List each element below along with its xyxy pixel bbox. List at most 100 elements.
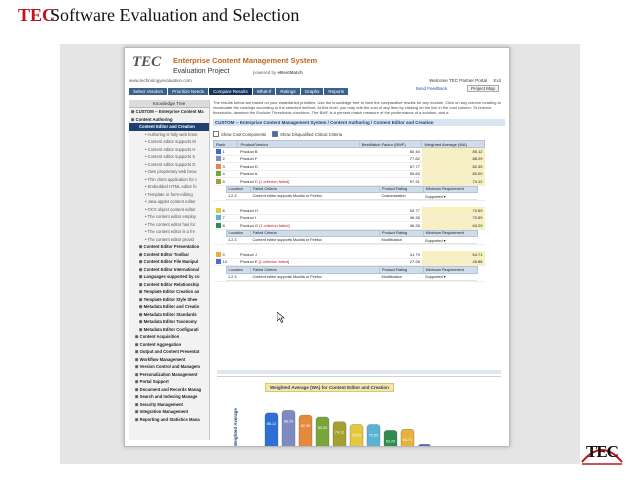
col-product[interactable]: Product/Vendor — [237, 140, 360, 148]
tree-item[interactable]: ⊞ Portal Support — [129, 378, 209, 386]
col-rank[interactable]: Rank — [212, 140, 239, 148]
product-cell[interactable]: Product I — [237, 214, 360, 222]
tree-item[interactable]: ⊞ Reporting and Statistics Mana — [129, 416, 209, 424]
tree-item[interactable]: ⊞ CUSTOM -- Enterprise Content Ma — [129, 108, 209, 116]
bar-product-d[interactable] — [298, 414, 313, 447]
breadcrumb: CUSTOM -- Enterprise Content Management … — [213, 119, 505, 126]
tree-item[interactable]: ⊞ Metadata Editor Configurati — [129, 326, 209, 334]
product-cell[interactable]: Product G [1 criterion failed] — [237, 221, 360, 230]
product-cell[interactable]: Product B — [237, 147, 360, 156]
tree-item[interactable]: • Content editor supports D — [129, 161, 209, 169]
col-wa[interactable]: Weighted Average (WA) — [421, 140, 485, 148]
product-cell[interactable]: Product D — [237, 162, 360, 171]
table-row[interactable]: 8 Product G [1 criterion failed] 46.35 63.2… — [213, 221, 485, 230]
tree-item[interactable]: • OCX object content editor — [129, 206, 209, 214]
tree-item[interactable]: ⊞ Integration Management — [129, 408, 209, 416]
table-row[interactable]: 1 Product B 80.40 85.12 — [213, 147, 485, 156]
series-swatch — [215, 215, 221, 221]
tree-item[interactable]: ⊞ Languages supported by co — [129, 273, 209, 281]
tab-select-vendors[interactable]: Select Vendors — [129, 88, 168, 95]
tree-item[interactable]: ⊞ Content Editor Relationship — [129, 281, 209, 289]
tree-item[interactable]: • Own proprietary web brow — [129, 168, 209, 176]
tree-item[interactable]: ⊞ Metadata Editor and Creatio — [129, 303, 209, 311]
product-cell[interactable]: Product E [1 criterion failed] — [237, 258, 360, 266]
tree-item[interactable]: ⊞ Search and Indexing Manage — [129, 393, 209, 401]
tree-item[interactable]: • The content editor provid — [129, 236, 209, 244]
bar-product-f[interactable] — [281, 410, 296, 447]
table-row[interactable]: 9 Product J 41.79 64.71 — [213, 251, 485, 259]
failure-min[interactable]: Supported ▾ — [423, 192, 477, 200]
bar-product-b[interactable] — [264, 412, 279, 447]
tree-item[interactable]: ⊞ Metadata Editor Taxonomy — [129, 318, 209, 326]
show-disqualified-checkbox[interactable] — [272, 131, 279, 137]
tab-what-if[interactable]: What-If — [252, 88, 276, 95]
failure-min[interactable]: Supported ▾ — [423, 236, 477, 244]
tree-item[interactable]: • Thin client application for c — [129, 176, 209, 184]
tab-compare-results[interactable]: Compare Results — [209, 88, 252, 95]
tree-item[interactable]: • The content editor employ — [129, 213, 209, 221]
table-row[interactable]: 2 Product F 77.82 88.29 — [213, 155, 485, 163]
tree-item[interactable]: ⊞ Content Aggregation — [129, 341, 209, 349]
failure-min[interactable]: Supported ▾ — [423, 273, 477, 281]
tree-item[interactable]: ⊞ Version Control and Managem — [129, 363, 209, 371]
tec-logo[interactable]: TEC — [132, 54, 161, 71]
table-row[interactable]: 10 Product E [1 criterion failed] 27.26 45.… — [213, 258, 485, 266]
table-row[interactable]: 7 Product I 46.35 70.59 — [213, 214, 485, 222]
knowledge-tree: Knowledge Tree ⊞ CUSTOM -- Enterprise Co… — [129, 100, 210, 440]
tree-item[interactable]: • Embedded HTML editor fo — [129, 183, 209, 191]
table-row[interactable]: 4 Product A 65.83 80.00 — [213, 170, 485, 178]
tree-item[interactable]: ⊞ Content Authoring — [129, 116, 209, 124]
tree-item[interactable]: • Java applet content editor — [129, 198, 209, 206]
bar-product-e[interactable] — [418, 444, 431, 447]
tree-item[interactable]: • Content editor supports H — [129, 146, 209, 154]
welcome-text: Welcome TEC Partner Portal — [429, 78, 487, 83]
options-row: Show Cost Components Show Disqualified C… — [213, 130, 505, 138]
tree-item[interactable]: ⊞ Content Editor Toolbar — [129, 251, 209, 259]
bwf-cell: 41.79 — [359, 251, 422, 259]
bwf-cell: 46.35 — [359, 214, 422, 222]
chart-panel: Weighted Average (WA) for Content Editor… — [217, 376, 501, 447]
tree-item[interactable]: • Authoring is fully web brow — [129, 131, 209, 139]
tree-item[interactable]: ⊞ Security Management — [129, 401, 209, 409]
product-cell[interactable]: Product H — [237, 207, 360, 215]
product-cell[interactable]: Product C [1 criterion failed] — [237, 177, 360, 186]
tree-item[interactable]: ⊞ Output and Content Presentat — [129, 348, 209, 356]
tree-item[interactable]: • The content editor has for — [129, 221, 209, 229]
tree-item[interactable]: • The content editor is a fre — [129, 228, 209, 236]
tree-item[interactable]: • Content editor supports M — [129, 138, 209, 146]
table-row[interactable]: 6 Product H 53.77 70.59 — [213, 207, 485, 215]
product-cell[interactable]: Product J — [237, 251, 360, 259]
col-bwf[interactable]: BestMatch Factor (BWF) — [358, 140, 423, 148]
product-cell[interactable]: Product F — [237, 155, 360, 163]
bar-product-a[interactable] — [315, 416, 330, 447]
table-row[interactable]: 5 Product C [1 criterion failed] 57.31 74.1… — [213, 177, 485, 186]
horizontal-scrollbar[interactable] — [217, 370, 501, 374]
send-feedback-link[interactable]: Send Feedback — [415, 86, 447, 91]
wa-cell: 45.88 — [421, 258, 485, 266]
tree-item[interactable]: ⊞ Content Editor File Manipul — [129, 258, 209, 266]
tab-ratings[interactable]: Ratings — [276, 88, 300, 95]
tab-reports[interactable]: Reports — [324, 88, 349, 95]
tree-item[interactable]: ⊞ Personalization Management — [129, 371, 209, 379]
tree-item[interactable]: ⊞ Template Editor Creation an — [129, 288, 209, 296]
table-row[interactable]: 3 Product D 67.77 82.35 — [213, 162, 485, 171]
tree-item[interactable]: • Template or form-editing — [129, 191, 209, 199]
tree-item[interactable]: ⊞ Template Editor Style Shee — [129, 296, 209, 304]
tree-item[interactable]: ⊞ Document and Records Manag — [129, 386, 209, 394]
tree-item[interactable]: ⊞ Workflow Management — [129, 356, 209, 364]
tab-graphs[interactable]: Graphs — [300, 88, 324, 95]
product-cell[interactable]: Product A — [237, 170, 360, 178]
project-map-button[interactable]: Project Map — [466, 85, 499, 92]
tab-prioritize-needs[interactable]: Prioritize Needs — [168, 88, 209, 95]
tree-item[interactable]: ⊞ Content Editor Presentation — [129, 243, 209, 251]
exit-link[interactable]: Exit — [493, 78, 501, 83]
show-cost-checkbox[interactable] — [213, 131, 219, 137]
tree-item[interactable]: Content Editor and Creation — [129, 123, 209, 131]
tree-item[interactable]: ⊞ Content Acquisition — [129, 333, 209, 341]
tree-item[interactable]: ⊞ Content Editor International — [129, 266, 209, 274]
tree-item[interactable]: • Content editor supports S — [129, 153, 209, 161]
rank-cell: 5 — [213, 177, 238, 186]
tree-item[interactable]: ⊞ Metadata Editor Standards — [129, 311, 209, 319]
failed-criteria-table: Location Failed Criteria Product Rating Min… — [225, 185, 478, 200]
bar-value-label: 70.59 — [369, 434, 379, 438]
